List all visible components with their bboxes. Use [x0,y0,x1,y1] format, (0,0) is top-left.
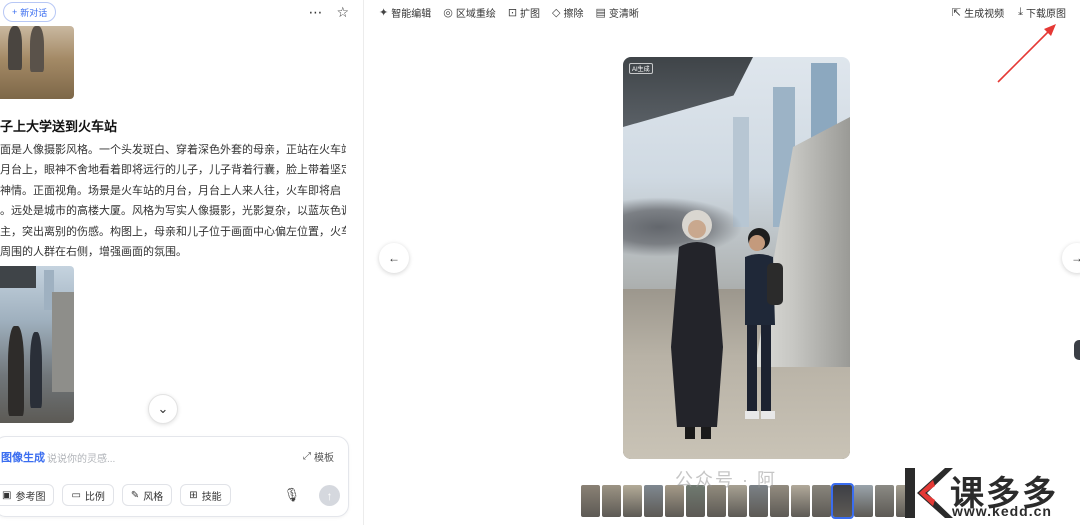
result-thumbnail-2[interactable] [0,266,74,423]
plus-icon: + [12,7,18,17]
tool-label: 扩图 [520,9,541,20]
new-chat-label: 新对话 [20,7,48,18]
prompt-line: 主，突出离别的伤感。构图上，母亲和儿子位于画面中心偏左位置，火车 [0,225,346,238]
thumbnail-item[interactable] [581,485,600,517]
tool-label: 智能编辑 [391,9,432,20]
thumbnail-item[interactable] [875,485,894,517]
thumbnail-item[interactable] [623,485,642,517]
prompt-line: 面是人像摄影风格。一个头发斑白、穿着深色外套的母亲，正站在火车站 [0,144,346,156]
image-icon: ▣ [2,489,12,501]
arrow-up-icon: ↑ [326,488,333,503]
thumbnail-item[interactable] [812,485,831,517]
video-icon: ⇱ [951,7,962,19]
chip-label: 比例 [84,491,105,503]
sharpen-button[interactable]: ▤ 变清晰 [596,5,639,20]
thumbnail-item[interactable] [602,485,621,517]
composer-options: ▣ 参考图 ▭ 比例 ✎ 风格 ⊞ 技能 [0,484,231,506]
arrow-right-icon: → [1071,251,1080,265]
region-paint-icon: ◎ [443,7,453,19]
tool-label: 下载原图 [1026,9,1066,20]
brush-icon: ✎ [130,489,140,501]
erase-button[interactable]: ◇ 擦除 [552,5,583,20]
thumbnail-item[interactable] [854,485,873,517]
download-icon: ⤓ [1018,6,1023,18]
style-chip[interactable]: ✎ 风格 [121,484,173,506]
thumbnail-item[interactable] [831,483,854,519]
watermark-url: www.kedd.cn [952,503,1052,519]
smart-edit-button[interactable]: ✦ 智能编辑 [379,5,431,20]
microphone-icon[interactable]: 🎙 [283,487,300,503]
next-image-button[interactable]: → [1062,243,1080,273]
ratio-chip[interactable]: ▭ 比例 [62,484,114,506]
tool-label: 生成视频 [964,9,1005,20]
chat-header-actions: ⋯ ☆ [308,4,349,21]
chip-label: 风格 [143,491,164,503]
ratio-icon: ▭ [71,489,81,501]
expand-image-button[interactable]: ⊡ 扩图 [508,5,540,20]
thumbnail-item[interactable] [791,485,810,517]
mother-figure [671,210,723,439]
hd-icon: ▤ [595,7,606,19]
tool-label: 变清晰 [608,9,639,20]
export-toolbar: ⇱ 生成视频 ⤓ 下载原图 [952,5,1066,20]
prompt-input[interactable]: 说说你的灵感... [47,450,115,465]
tool-label: 区域重绘 [455,9,496,20]
magic-wand-icon: ✦ [379,7,389,19]
expand-arrows-icon: ⤢ [303,451,311,462]
prompt-line: 神情。正面视角。场景是火车站的月台，月台上人来人往，火车即将启 [0,184,341,197]
side-handle[interactable] [1074,340,1080,360]
generated-image: AI生成 [623,57,850,459]
chip-label: 技能 [201,491,222,503]
scroll-down-button[interactable]: ⌄ [148,394,178,424]
annotation-arrow [997,24,1056,83]
new-chat-button[interactable]: + 新对话 [3,2,57,22]
arrow-left-icon: ← [388,251,400,265]
more-icon[interactable]: ⋯ [308,4,322,21]
skill-chip[interactable]: ⊞ 技能 [180,484,231,506]
download-original-button[interactable]: ⤓ 下载原图 [1018,5,1066,20]
son-figure [745,228,783,419]
chat-panel: + 新对话 ⋯ ☆ 子上大学送到火车站 面是人像摄影风格。一个头发斑白、穿着深色… [0,0,364,525]
prompt-description: 面是人像摄影风格。一个头发斑白、穿着深色外套的母亲，正站在火车站 月台上，眼神不… [0,140,346,262]
ai-generated-badge: AI生成 [629,63,653,74]
generate-video-button[interactable]: ⇱ 生成视频 [952,5,1004,20]
tool-label: 擦除 [563,9,584,20]
eraser-icon: ◇ [552,7,561,19]
prompt-line: 周围的人群在右侧，增强画面的氛围。 [0,246,187,259]
region-repaint-button[interactable]: ◎ 区域重绘 [443,5,496,20]
expand-icon: ⊡ [507,7,518,19]
watermark-text: 公众号 · 阿 [675,470,777,490]
thumbnail-item[interactable] [644,485,663,517]
chip-label: 参考图 [15,491,46,503]
mode-label[interactable]: 图像生成 [1,449,45,465]
prompt-line: 月台上，眼神不舍地看着即将远行的儿子，儿子背着行囊，脸上带着坚定 [0,164,346,177]
edit-toolbar: ✦ 智能编辑 ◎ 区域重绘 ⊡ 扩图 ◇ 擦除 ▤ 变清晰 [379,5,639,20]
image-viewer: ✦ 智能编辑 ◎ 区域重绘 ⊡ 扩图 ◇ 擦除 ▤ 变清晰 ⇱ 生成视频 ⤓ 下… [365,0,1080,525]
result-thumbnail-1[interactable] [0,26,74,99]
prompt-title: 子上大学送到火车站 [0,119,118,134]
reference-image-chip[interactable]: ▣ 参考图 [0,484,55,506]
template-label: 模板 [314,453,334,464]
grid-icon: ⊞ [189,489,198,501]
template-button[interactable]: ⤢ 模板 [303,449,334,464]
star-icon[interactable]: ☆ [336,4,349,21]
prompt-line: 。远处是城市的高楼大厦。风格为写实人像摄影，光影复杂，以蓝灰色调 [0,205,346,218]
chevron-down-icon: ⌄ [157,401,169,416]
send-button[interactable]: ↑ [319,485,340,506]
previous-image-button[interactable]: ← [379,243,409,273]
composer: 图像生成 说说你的灵感... ⤢ 模板 ▣ 参考图 ▭ 比例 ✎ 风格 ⊞ 技能 [0,436,349,517]
